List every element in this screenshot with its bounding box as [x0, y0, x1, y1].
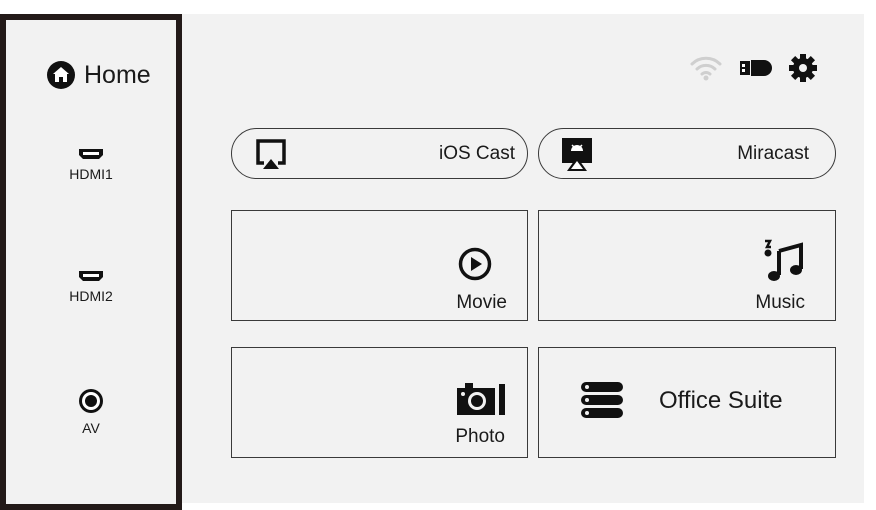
- hdmi-port-icon: [79, 149, 103, 159]
- home-icon: [47, 61, 75, 89]
- photo-tile[interactable]: Photo: [231, 347, 528, 458]
- airplay-screen-icon: [256, 139, 286, 169]
- movie-label: Movie: [456, 292, 507, 313]
- sidebar-item-hdmi1[interactable]: HDMI1: [6, 148, 176, 182]
- hdmi-port-icon: [79, 271, 103, 281]
- movie-tile[interactable]: Movie: [231, 210, 528, 321]
- home-label: Home: [84, 60, 151, 89]
- photo-label: Photo: [455, 426, 505, 447]
- camera-icon: [457, 383, 505, 415]
- music-label: Music: [755, 292, 805, 313]
- stack-list-icon: [581, 382, 623, 418]
- office-suite-label: Office Suite: [659, 387, 783, 414]
- gear-icon[interactable]: [788, 53, 818, 83]
- play-circle-icon: [458, 247, 492, 281]
- sidebar-item-av[interactable]: AV: [6, 388, 176, 436]
- sidebar-item-home[interactable]: Home: [46, 60, 151, 90]
- wifi-icon: [690, 56, 722, 81]
- music-notes-icon: [764, 239, 803, 281]
- status-bar: [690, 53, 818, 83]
- av-jack-icon: [79, 389, 103, 413]
- miracast-label: Miracast: [737, 143, 809, 164]
- hdmi2-label: HDMI2: [69, 288, 113, 304]
- hdmi1-label: HDMI1: [69, 166, 113, 182]
- av-label: AV: [82, 420, 100, 436]
- ios-cast-button[interactable]: iOS Cast: [231, 128, 528, 179]
- office-suite-tile[interactable]: Office Suite: [538, 347, 836, 458]
- ios-cast-label: iOS Cast: [438, 143, 515, 164]
- source-sidebar: Home HDMI1 HDMI2 AV: [0, 14, 182, 510]
- android-cast-icon: [562, 138, 592, 171]
- music-tile[interactable]: Music: [538, 210, 836, 321]
- usb-drive-icon[interactable]: [740, 58, 774, 78]
- miracast-button[interactable]: Miracast: [538, 128, 836, 179]
- sidebar-item-hdmi2[interactable]: HDMI2: [6, 270, 176, 304]
